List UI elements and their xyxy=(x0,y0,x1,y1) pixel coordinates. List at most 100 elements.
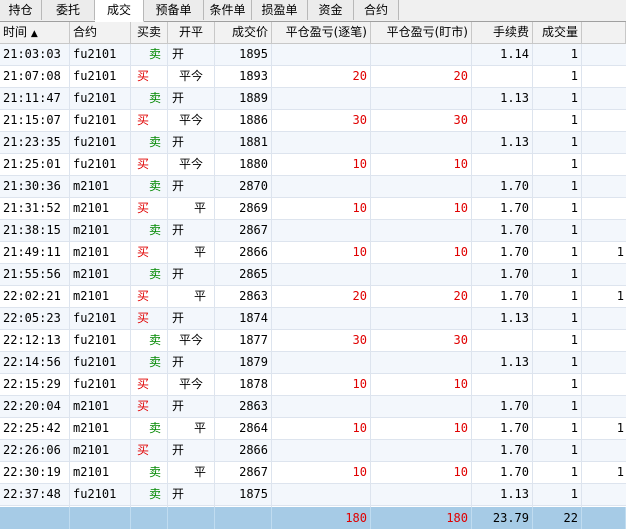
cell-time: 21:03:03 xyxy=(0,44,70,65)
table-row[interactable]: 22:12:13 fu2101 卖平今 1877 30 30 1 xyxy=(0,330,626,352)
cell-fee: 1.13 xyxy=(472,484,533,505)
header-time[interactable]: 时间 ▲ xyxy=(0,22,70,43)
header-fee[interactable]: 手续费 xyxy=(472,22,533,43)
cell-side: 买 xyxy=(131,396,168,417)
cell-side: 买 xyxy=(131,286,168,307)
cell-time: 21:15:07 xyxy=(0,110,70,131)
cell-extra xyxy=(582,440,626,461)
cell-fee xyxy=(472,374,533,395)
cell-extra xyxy=(582,198,626,219)
cell-pnl2: 20 xyxy=(371,286,472,307)
header-side[interactable]: 买卖 xyxy=(131,22,168,43)
cell-time: 22:12:13 xyxy=(0,330,70,351)
cell-contract: m2101 xyxy=(70,440,131,461)
cell-price: 2867 xyxy=(215,220,272,241)
header-price[interactable]: 成交价 xyxy=(215,22,272,43)
cell-contract: m2101 xyxy=(70,418,131,439)
table-row[interactable]: 21:55:56 m2101 卖开 2865 1.70 1 xyxy=(0,264,626,286)
cell-vol: 1 xyxy=(533,352,582,373)
table-row[interactable]: 21:25:01 fu2101 买平今 1880 10 10 1 xyxy=(0,154,626,176)
cell-oc: 平 xyxy=(168,242,215,263)
cell-contract: m2101 xyxy=(70,176,131,197)
table-row[interactable]: 22:30:19 m2101 卖平 2867 10 10 1.70 1 1 xyxy=(0,462,626,484)
cell-price: 2869 xyxy=(215,198,272,219)
table-row[interactable]: 22:14:56 fu2101 卖开 1879 1.13 1 xyxy=(0,352,626,374)
table-row[interactable]: 21:23:35 fu2101 卖开 1881 1.13 1 xyxy=(0,132,626,154)
table-row[interactable]: 21:49:11 m2101 买平 2866 10 10 1.70 1 1 xyxy=(0,242,626,264)
cell-side: 卖 xyxy=(131,220,168,241)
cell-pnl2 xyxy=(371,440,472,461)
tab-2[interactable]: 成交 xyxy=(95,0,144,22)
cell-fee: 1.70 xyxy=(472,264,533,285)
cell-time: 21:38:15 xyxy=(0,220,70,241)
tab-4[interactable]: 条件单 xyxy=(204,0,252,20)
cell-oc: 平今 xyxy=(168,154,215,175)
cell-price: 2864 xyxy=(215,418,272,439)
table-row[interactable]: 21:11:47 fu2101 卖开 1889 1.13 1 xyxy=(0,88,626,110)
cell-vol: 1 xyxy=(533,330,582,351)
table-row[interactable]: 21:38:15 m2101 卖开 2867 1.70 1 xyxy=(0,220,626,242)
cell-price: 1880 xyxy=(215,154,272,175)
table-row[interactable]: 22:15:29 fu2101 买平今 1878 10 10 1 xyxy=(0,374,626,396)
table-row[interactable]: 21:31:52 m2101 买平 2869 10 10 1.70 1 xyxy=(0,198,626,220)
cell-oc: 平今 xyxy=(168,374,215,395)
cell-oc: 平 xyxy=(168,198,215,219)
header-open-close[interactable]: 开平 xyxy=(168,22,215,43)
cell-time: 22:14:56 xyxy=(0,352,70,373)
header-contract[interactable]: 合约 xyxy=(70,22,131,43)
cell-contract: m2101 xyxy=(70,220,131,241)
cell-pnl2: 30 xyxy=(371,330,472,351)
table-row[interactable]: 22:02:21 m2101 买平 2863 20 20 1.70 1 1 xyxy=(0,286,626,308)
header-pnl-mark[interactable]: 平仓盈亏(盯市) xyxy=(371,22,472,43)
header-pnl-trade[interactable]: 平仓盈亏(逐笔) xyxy=(272,22,371,43)
cell-pnl1 xyxy=(272,396,371,417)
cell-oc: 平 xyxy=(168,286,215,307)
cell-extra xyxy=(582,352,626,373)
cell-contract: m2101 xyxy=(70,462,131,483)
cell-side: 买 xyxy=(131,110,168,131)
header-extra[interactable] xyxy=(582,22,626,43)
cell-time: 22:37:48 xyxy=(0,484,70,505)
cell-contract: fu2101 xyxy=(70,308,131,329)
tab-0[interactable]: 持仓 xyxy=(0,0,42,20)
cell-side: 卖 xyxy=(131,88,168,109)
tab-6[interactable]: 资金 xyxy=(308,0,354,20)
cell-vol: 1 xyxy=(533,198,582,219)
cell-extra: 1 xyxy=(616,421,624,435)
tab-3[interactable]: 预备单 xyxy=(144,0,204,20)
cell-oc: 平今 xyxy=(168,330,215,351)
table-row[interactable]: 22:26:06 m2101 买开 2866 1.70 1 xyxy=(0,440,626,462)
cell-pnl1 xyxy=(272,44,371,65)
cell-extra xyxy=(582,44,626,65)
tab-1[interactable]: 委托 xyxy=(42,0,95,20)
cell-vol: 1 xyxy=(533,484,582,505)
cell-oc: 平今 xyxy=(168,110,215,131)
table-row[interactable]: 21:30:36 m2101 卖开 2870 1.70 1 xyxy=(0,176,626,198)
cell-contract: fu2101 xyxy=(70,154,131,175)
table-row[interactable]: 22:37:48 fu2101 卖开 1875 1.13 1 xyxy=(0,484,626,506)
cell-side: 买 xyxy=(131,66,168,87)
cell-fee xyxy=(472,66,533,87)
cell-oc: 开 xyxy=(168,396,215,417)
table-row[interactable]: 22:20:04 m2101 买开 2863 1.70 1 xyxy=(0,396,626,418)
table-row[interactable]: 21:03:03 fu2101 卖开 1895 1.14 1 xyxy=(0,44,626,66)
cell-pnl2 xyxy=(371,132,472,153)
header-volume[interactable]: 成交量 xyxy=(533,22,582,43)
table-row[interactable]: 21:07:08 fu2101 买平今 1893 20 20 1 xyxy=(0,66,626,88)
cell-pnl1: 30 xyxy=(272,110,371,131)
cell-pnl2: 10 xyxy=(371,374,472,395)
cell-oc: 平 xyxy=(168,418,215,439)
cell-pnl1 xyxy=(272,440,371,461)
tab-5[interactable]: 损盈单 xyxy=(252,0,308,20)
cell-oc: 开 xyxy=(168,484,215,505)
cell-oc: 开 xyxy=(168,88,215,109)
cell-fee: 1.70 xyxy=(472,198,533,219)
cell-oc: 开 xyxy=(168,44,215,65)
table-row[interactable]: 21:15:07 fu2101 买平今 1886 30 30 1 xyxy=(0,110,626,132)
cell-pnl1: 10 xyxy=(272,198,371,219)
table-row[interactable]: 22:25:42 m2101 卖平 2864 10 10 1.70 1 1 xyxy=(0,418,626,440)
cell-price: 1889 xyxy=(215,88,272,109)
cell-price: 2866 xyxy=(215,242,272,263)
table-row[interactable]: 22:05:23 fu2101 买开 1874 1.13 1 xyxy=(0,308,626,330)
tab-7[interactable]: 合约 xyxy=(354,0,399,20)
